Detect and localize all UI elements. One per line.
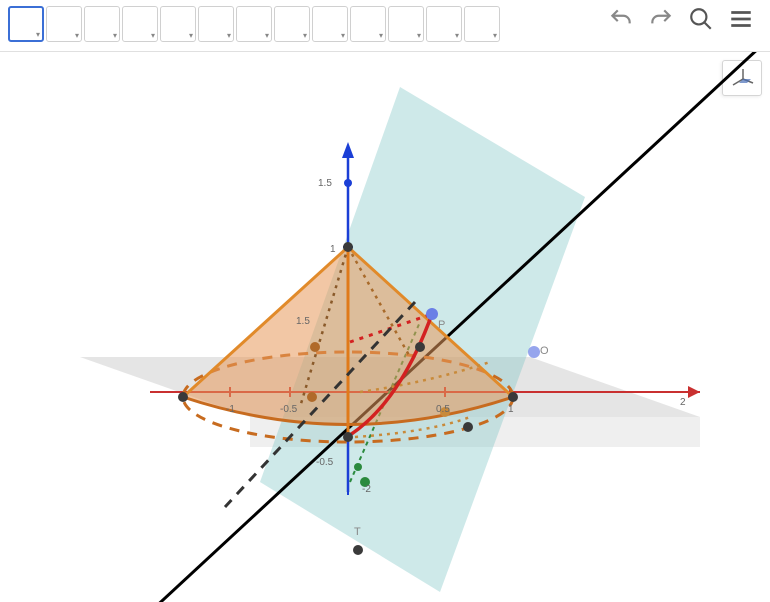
y-tick-neg2: -2 — [362, 484, 371, 495]
point-base-left[interactable] — [178, 392, 188, 402]
menu-icon[interactable] — [728, 6, 754, 32]
3d-view[interactable]: 1.5 1 -0.5 -1 -0.5 0.5 1 2 1.5 -2 P O T — [0, 52, 770, 602]
x-axis-arrow — [688, 386, 700, 398]
z-15-marker — [344, 179, 352, 187]
tool-9[interactable]: ▾ — [350, 6, 386, 42]
z-tick-1.5: 1.5 — [318, 178, 332, 189]
point-p[interactable] — [426, 308, 438, 320]
z-axis-arrow — [342, 142, 354, 158]
point-base-right[interactable] — [508, 392, 518, 402]
point-apex[interactable] — [343, 242, 353, 252]
tool-8[interactable]: ▾ — [312, 6, 348, 42]
label-t: T — [354, 526, 361, 538]
point-brown-2[interactable] — [307, 392, 317, 402]
redo-icon[interactable] — [648, 6, 674, 32]
tool-3[interactable]: ▾ — [122, 6, 158, 42]
search-icon[interactable] — [688, 6, 714, 32]
tool-7[interactable]: ▾ — [274, 6, 310, 42]
x-tick-neg0.5: -0.5 — [280, 404, 297, 415]
label-p: P — [438, 319, 445, 331]
tool-2[interactable]: ▾ — [84, 6, 120, 42]
tool-move[interactable]: ▾ — [8, 6, 44, 42]
point-brown-1[interactable] — [310, 342, 320, 352]
label-o: O — [540, 345, 549, 357]
tool-4[interactable]: ▾ — [160, 6, 196, 42]
scene-svg — [0, 52, 770, 602]
x-tick-neg1: -1 — [226, 404, 235, 415]
tool-6[interactable]: ▾ — [236, 6, 272, 42]
z-tick-1: 1 — [330, 244, 336, 255]
tool-row: ▾ ▾ ▾ ▾ ▾ ▾ ▾ ▾ ▾ ▾ ▾ ▾ ▾ — [8, 6, 500, 42]
tool-1[interactable]: ▾ — [46, 6, 82, 42]
tool-12[interactable]: ▾ — [464, 6, 500, 42]
tool-5[interactable]: ▾ — [198, 6, 234, 42]
z-tick-neg0.5: -0.5 — [316, 457, 333, 468]
x-tick-2: 2 — [680, 397, 686, 408]
y-tick-1.5: 1.5 — [296, 316, 310, 327]
toolbar: ▾ ▾ ▾ ▾ ▾ ▾ ▾ ▾ ▾ ▾ ▾ ▾ ▾ — [0, 0, 770, 52]
point-base-r2[interactable] — [463, 422, 473, 432]
x-tick-0.5: 0.5 — [436, 404, 450, 415]
point-y-neg-s[interactable] — [354, 463, 362, 471]
point-mid1[interactable] — [415, 342, 425, 352]
point-t[interactable] — [353, 545, 363, 555]
x-tick-1: 1 — [508, 404, 514, 415]
tool-11[interactable]: ▾ — [426, 6, 462, 42]
point-origin-front[interactable] — [343, 432, 353, 442]
tool-10[interactable]: ▾ — [388, 6, 424, 42]
point-o[interactable] — [528, 346, 540, 358]
right-controls — [608, 6, 762, 32]
undo-icon[interactable] — [608, 6, 634, 32]
